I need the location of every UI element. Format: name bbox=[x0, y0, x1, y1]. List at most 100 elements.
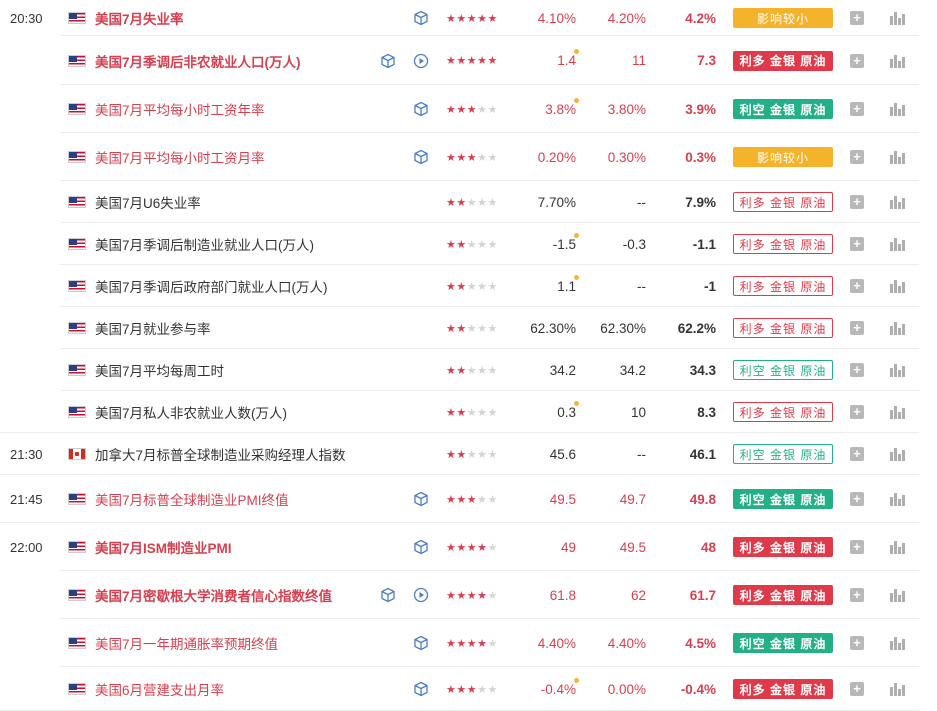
us-flag-icon bbox=[68, 571, 86, 619]
bar-chart-icon[interactable] bbox=[890, 588, 906, 602]
table-row: 美国7月一年期通胀率预期终值 ★ ★ ★ ★ ★ 4.40% 4.40% 4.5% 利空 金银 原… bbox=[0, 619, 937, 667]
event-name[interactable]: 美国7月密歇根大学消费者信心指数终值 bbox=[95, 571, 395, 619]
event-name[interactable]: 美国7月标普全球制造业PMI终值 bbox=[95, 475, 395, 523]
importance-stars: ★ ★ ★ ★ ★ bbox=[446, 364, 498, 377]
table-row: 美国7月U6失业率 ★ ★ ★ ★ ★ 7.70% -- 7.9% 利多 金银 原油 + bbox=[0, 181, 937, 223]
data-analysis-cube-icon[interactable] bbox=[380, 36, 396, 85]
bar-chart-icon[interactable] bbox=[890, 636, 906, 650]
event-time bbox=[10, 181, 55, 223]
add-to-watchlist-button[interactable]: + bbox=[850, 540, 864, 554]
data-analysis-cube-icon[interactable] bbox=[413, 475, 429, 523]
bar-chart-icon[interactable] bbox=[890, 195, 906, 209]
forecast-value: 11 bbox=[631, 53, 646, 68]
event-name[interactable]: 美国7月一年期通胀率预期终值 bbox=[95, 619, 395, 667]
event-name[interactable]: 美国7月U6失业率 bbox=[95, 181, 395, 223]
actual-value: 34.3 bbox=[689, 362, 716, 378]
data-analysis-cube-icon[interactable] bbox=[413, 667, 429, 711]
event-name[interactable]: 美国7月季调后非农就业人口(万人) bbox=[95, 36, 395, 85]
add-to-watchlist-button[interactable]: + bbox=[850, 492, 864, 506]
forecast-value: 62 bbox=[630, 587, 646, 603]
add-to-watchlist-button[interactable]: + bbox=[850, 636, 864, 650]
importance-stars: ★ ★ ★ ★ ★ bbox=[446, 541, 498, 554]
forecast-value: 0.00% bbox=[607, 681, 646, 697]
add-to-watchlist-button[interactable]: + bbox=[850, 321, 864, 335]
data-analysis-cube-icon[interactable] bbox=[413, 619, 429, 667]
event-name[interactable]: 美国7月平均每小时工资年率 bbox=[95, 85, 395, 133]
add-to-watchlist-button[interactable]: + bbox=[850, 588, 864, 602]
bar-chart-icon[interactable] bbox=[890, 11, 906, 25]
bar-chart-icon[interactable] bbox=[890, 54, 906, 68]
bar-chart-icon[interactable] bbox=[890, 321, 906, 335]
add-to-watchlist-button[interactable]: + bbox=[850, 150, 864, 164]
data-analysis-cube-icon[interactable] bbox=[413, 0, 429, 36]
bar-chart-icon[interactable] bbox=[890, 540, 906, 554]
importance-stars: ★ ★ ★ ★ ★ bbox=[446, 55, 498, 67]
event-name[interactable]: 美国7月季调后制造业就业人口(万人) bbox=[95, 223, 395, 265]
table-row: 美国7月密歇根大学消费者信心指数终值 ★ ★ ★ ★ ★ 61.8 62 61.7 利多 金银 原… bbox=[0, 571, 937, 619]
data-analysis-cube-icon[interactable] bbox=[413, 523, 429, 571]
previous-value: 1.1 bbox=[557, 274, 579, 294]
impact-badge: 利多 金银 原油 bbox=[733, 537, 833, 557]
add-to-watchlist-button[interactable]: + bbox=[850, 405, 864, 419]
data-analysis-cube-icon[interactable] bbox=[413, 133, 429, 181]
us-flag-icon bbox=[68, 619, 86, 667]
table-row: 美国7月季调后非农就业人口(万人) ★ ★ ★ ★ ★ 1.4 11 7.3 利多 金银 原油 + bbox=[0, 36, 937, 85]
us-flag-icon bbox=[68, 265, 86, 307]
event-name[interactable]: 美国7月私人非农就业人数(万人) bbox=[95, 391, 395, 433]
video-play-icon[interactable] bbox=[413, 571, 429, 619]
us-flag-icon bbox=[68, 85, 86, 133]
bar-chart-icon[interactable] bbox=[890, 682, 906, 696]
forecast-value: 49.7 bbox=[619, 491, 646, 507]
actual-value: -1 bbox=[703, 278, 716, 294]
event-name[interactable]: 美国7月平均每小时工资月率 bbox=[95, 133, 395, 181]
bar-chart-icon[interactable] bbox=[890, 492, 906, 506]
add-to-watchlist-button[interactable]: + bbox=[850, 237, 864, 251]
bar-chart-icon[interactable] bbox=[890, 279, 906, 293]
bar-chart-icon[interactable] bbox=[890, 405, 906, 419]
event-name[interactable]: 美国7月就业参与率 bbox=[95, 307, 395, 349]
add-to-watchlist-button[interactable]: + bbox=[850, 682, 864, 696]
table-row: 美国7月季调后制造业就业人口(万人) ★ ★ ★ ★ ★ -1.5 -0.3 -1.1 利多 金银… bbox=[0, 223, 937, 265]
bar-chart-icon[interactable] bbox=[890, 447, 906, 461]
event-name[interactable]: 美国6月营建支出月率 bbox=[95, 667, 395, 711]
data-analysis-cube-icon[interactable] bbox=[413, 85, 429, 133]
event-time: 21:45 bbox=[10, 491, 43, 507]
actual-value: -0.4% bbox=[680, 681, 716, 697]
add-to-watchlist-button[interactable]: + bbox=[850, 102, 864, 116]
event-time: 20:30 bbox=[10, 10, 43, 26]
table-row: 20:30 美国7月失业率 ★ ★ ★ ★ ★ 4.10% 4.20% 4.2% 影响较小 + bbox=[0, 0, 937, 36]
us-flag-icon bbox=[68, 523, 86, 571]
previous-value: 45.6 bbox=[549, 446, 576, 462]
importance-stars: ★ ★ ★ ★ ★ bbox=[446, 493, 498, 506]
impact-badge: 利多 金银 原油 bbox=[733, 192, 833, 212]
event-name[interactable]: 美国7月平均每周工时 bbox=[95, 349, 395, 391]
data-analysis-cube-icon[interactable] bbox=[380, 571, 396, 619]
add-to-watchlist-button[interactable]: + bbox=[850, 447, 864, 461]
event-name[interactable]: 加拿大7月标普全球制造业采购经理人指数 bbox=[95, 433, 395, 475]
add-to-watchlist-button[interactable]: + bbox=[850, 195, 864, 209]
event-name[interactable]: 美国7月季调后政府部门就业人口(万人) bbox=[95, 265, 395, 307]
bar-chart-icon[interactable] bbox=[890, 237, 906, 251]
impact-badge: 利空 金银 原油 bbox=[733, 99, 833, 119]
event-name[interactable]: 美国7月失业率 bbox=[95, 0, 395, 36]
event-time: 22:00 bbox=[10, 539, 43, 555]
table-row: 22:00 美国7月ISM制造业PMI ★ ★ ★ ★ ★ 49 49.5 48 利多 金银 原油 + bbox=[0, 523, 937, 571]
bar-chart-icon[interactable] bbox=[890, 150, 906, 164]
add-to-watchlist-button[interactable]: + bbox=[850, 53, 864, 68]
event-time bbox=[10, 307, 55, 349]
impact-badge: 利多 金银 原油 bbox=[733, 50, 833, 71]
add-to-watchlist-button[interactable]: + bbox=[850, 11, 864, 25]
add-to-watchlist-button[interactable]: + bbox=[850, 279, 864, 293]
canada-flag-icon bbox=[68, 433, 86, 475]
previous-value: 4.10% bbox=[537, 10, 576, 26]
forecast-value: -0.3 bbox=[622, 236, 646, 252]
add-to-watchlist-button[interactable]: + bbox=[850, 363, 864, 377]
previous-value: -1.5 bbox=[552, 232, 580, 252]
bar-chart-icon[interactable] bbox=[890, 363, 906, 377]
previous-value: 1.4 bbox=[557, 49, 579, 68]
impact-badge: 利多 金银 原油 bbox=[733, 402, 833, 422]
us-flag-icon bbox=[68, 391, 86, 433]
bar-chart-icon[interactable] bbox=[890, 102, 906, 116]
video-play-icon[interactable] bbox=[413, 36, 429, 85]
event-name[interactable]: 美国7月ISM制造业PMI bbox=[95, 523, 395, 571]
